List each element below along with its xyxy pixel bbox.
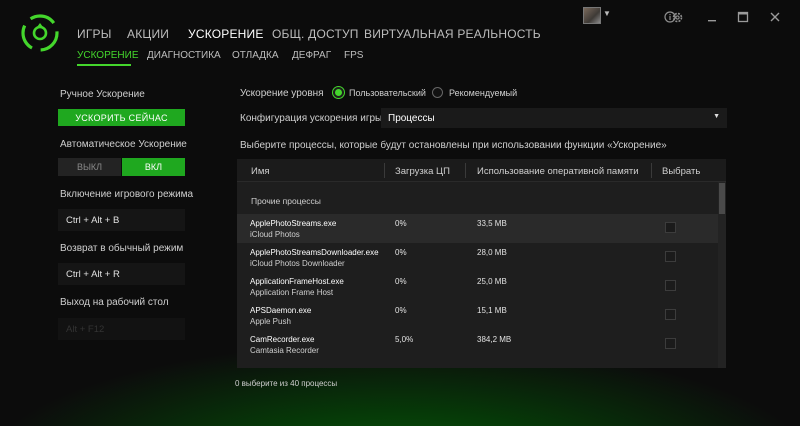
- process-select-checkbox[interactable]: [665, 251, 676, 262]
- column-divider: [465, 163, 466, 178]
- table-row[interactable]: CamRecorder.exe Camtasia Recorder 5,0% 3…: [237, 330, 718, 359]
- column-select[interactable]: Выбрать: [662, 166, 700, 177]
- boost-level-label: Ускорение уровня: [240, 88, 324, 99]
- process-name: ApplicationFrameHost.exe: [250, 277, 344, 286]
- process-name: CamRecorder.exe: [250, 335, 315, 344]
- subtab-defrag[interactable]: ДЕФРАГ: [292, 50, 331, 61]
- exit-desktop-hotkey-field[interactable]: Alt + F12: [58, 318, 185, 340]
- processes-description: Выберите процессы, которые будут останов…: [240, 140, 667, 151]
- process-select-checkbox[interactable]: [665, 338, 676, 349]
- normal-mode-title: Возврат в обычный режим: [60, 243, 184, 254]
- column-name[interactable]: Имя: [251, 166, 270, 177]
- process-description: iCloud Photos: [250, 230, 300, 239]
- tab-vr[interactable]: ВИРТУАЛЬНАЯ РЕАЛЬНОСТЬ: [364, 27, 541, 41]
- boost-now-button[interactable]: УСКОРИТЬ СЕЙЧАС: [58, 109, 185, 126]
- razer-cortex-logo: [21, 14, 59, 52]
- table-header: Имя Загрузка ЦП Использование оперативно…: [237, 159, 726, 182]
- exit-desktop-title: Выход на рабочий стол: [60, 297, 169, 308]
- gear-icon-glyph[interactable]: [668, 8, 686, 26]
- scrollbar-thumb[interactable]: [719, 183, 725, 214]
- column-divider: [651, 163, 652, 178]
- process-select-checkbox[interactable]: [665, 309, 676, 320]
- radio-recommended[interactable]: [432, 87, 443, 98]
- process-description: Application Frame Host: [250, 288, 334, 297]
- config-select[interactable]: Процессы ▼: [381, 108, 727, 128]
- normal-mode-hotkey-field[interactable]: Ctrl + Alt + R: [58, 263, 185, 285]
- tab-deals[interactable]: АКЦИИ: [127, 27, 169, 41]
- process-cpu: 0%: [395, 219, 407, 228]
- auto-boost-on-toggle[interactable]: ВКЛ: [122, 158, 185, 176]
- process-select-checkbox[interactable]: [665, 222, 676, 233]
- process-name: APSDaemon.exe: [250, 306, 312, 315]
- process-ram: 25,0 MB: [477, 277, 507, 286]
- close-icon[interactable]: [766, 8, 784, 26]
- column-divider: [384, 163, 385, 178]
- game-mode-hotkey-field[interactable]: Ctrl + Alt + B: [58, 209, 185, 231]
- radio-recommended-label[interactable]: Рекомендуемый: [449, 88, 517, 98]
- minimize-icon[interactable]: [703, 8, 721, 26]
- column-cpu[interactable]: Загрузка ЦП: [395, 166, 450, 177]
- process-ram: 15,1 MB: [477, 306, 507, 315]
- process-description: Apple Push: [250, 317, 291, 326]
- process-select-checkbox[interactable]: [665, 280, 676, 291]
- subtab-boost[interactable]: УСКОРЕНИЕ: [77, 50, 138, 61]
- process-ram: 28,0 MB: [477, 248, 507, 257]
- table-row[interactable]: ApplePhotoStreamsDownloader.exe iCloud P…: [237, 243, 718, 272]
- column-ram[interactable]: Использование оперативной памяти: [477, 166, 639, 177]
- chevron-down-icon[interactable]: ▼: [603, 9, 611, 18]
- config-select-value: Процессы: [388, 112, 435, 124]
- subtab-debug[interactable]: ОТЛАДКА: [232, 50, 279, 61]
- process-description: Camtasia Recorder: [250, 346, 319, 355]
- tab-sharing[interactable]: ОБЩ. ДОСТУП: [272, 27, 359, 41]
- table-row[interactable]: APSDaemon.exe Apple Push 0% 15,1 MB: [237, 301, 718, 330]
- table-row[interactable]: ApplicationFrameHost.exe Application Fra…: [237, 272, 718, 301]
- process-ram: 33,5 MB: [477, 219, 507, 228]
- table-row[interactable]: ApplePhotoStreams.exe iCloud Photos 0% 3…: [237, 214, 718, 243]
- process-ram: 384,2 MB: [477, 335, 512, 344]
- auto-boost-off-toggle[interactable]: ВЫКЛ: [58, 158, 121, 176]
- process-cpu: 5,0%: [395, 335, 414, 344]
- process-table: Имя Загрузка ЦП Использование оперативно…: [237, 159, 726, 368]
- chevron-down-icon: ▼: [713, 113, 720, 120]
- game-mode-title: Включение игрового режима: [60, 189, 194, 200]
- table-scrollbar[interactable]: [718, 182, 726, 368]
- process-cpu: 0%: [395, 277, 407, 286]
- subtab-diagnostics[interactable]: ДИАГНОСТИКА: [147, 50, 221, 61]
- selection-count: 0 выберите из 40 процессы: [235, 379, 338, 388]
- radio-custom[interactable]: [333, 87, 344, 98]
- process-cpu: 0%: [395, 306, 407, 315]
- process-name: ApplePhotoStreams.exe: [250, 219, 337, 228]
- process-cpu: 0%: [395, 248, 407, 257]
- subtab-fps[interactable]: FPS: [344, 50, 363, 61]
- config-label: Конфигурация ускорения игры: [240, 113, 383, 124]
- manual-boost-title: Ручное Ускорение: [60, 89, 145, 100]
- user-avatar[interactable]: [583, 7, 601, 24]
- tab-boost[interactable]: УСКОРЕНИЕ: [188, 27, 264, 41]
- auto-boost-title: Автоматическое Ускорение: [60, 139, 187, 150]
- radio-custom-label[interactable]: Пользовательский: [349, 88, 426, 98]
- group-other-processes: Прочие процессы: [251, 196, 321, 206]
- tab-games[interactable]: ИГРЫ: [77, 27, 112, 41]
- active-subtab-underline: [77, 64, 131, 66]
- maximize-icon[interactable]: [734, 8, 752, 26]
- process-name: ApplePhotoStreamsDownloader.exe: [250, 248, 379, 257]
- process-description: iCloud Photos Downloader: [250, 259, 345, 268]
